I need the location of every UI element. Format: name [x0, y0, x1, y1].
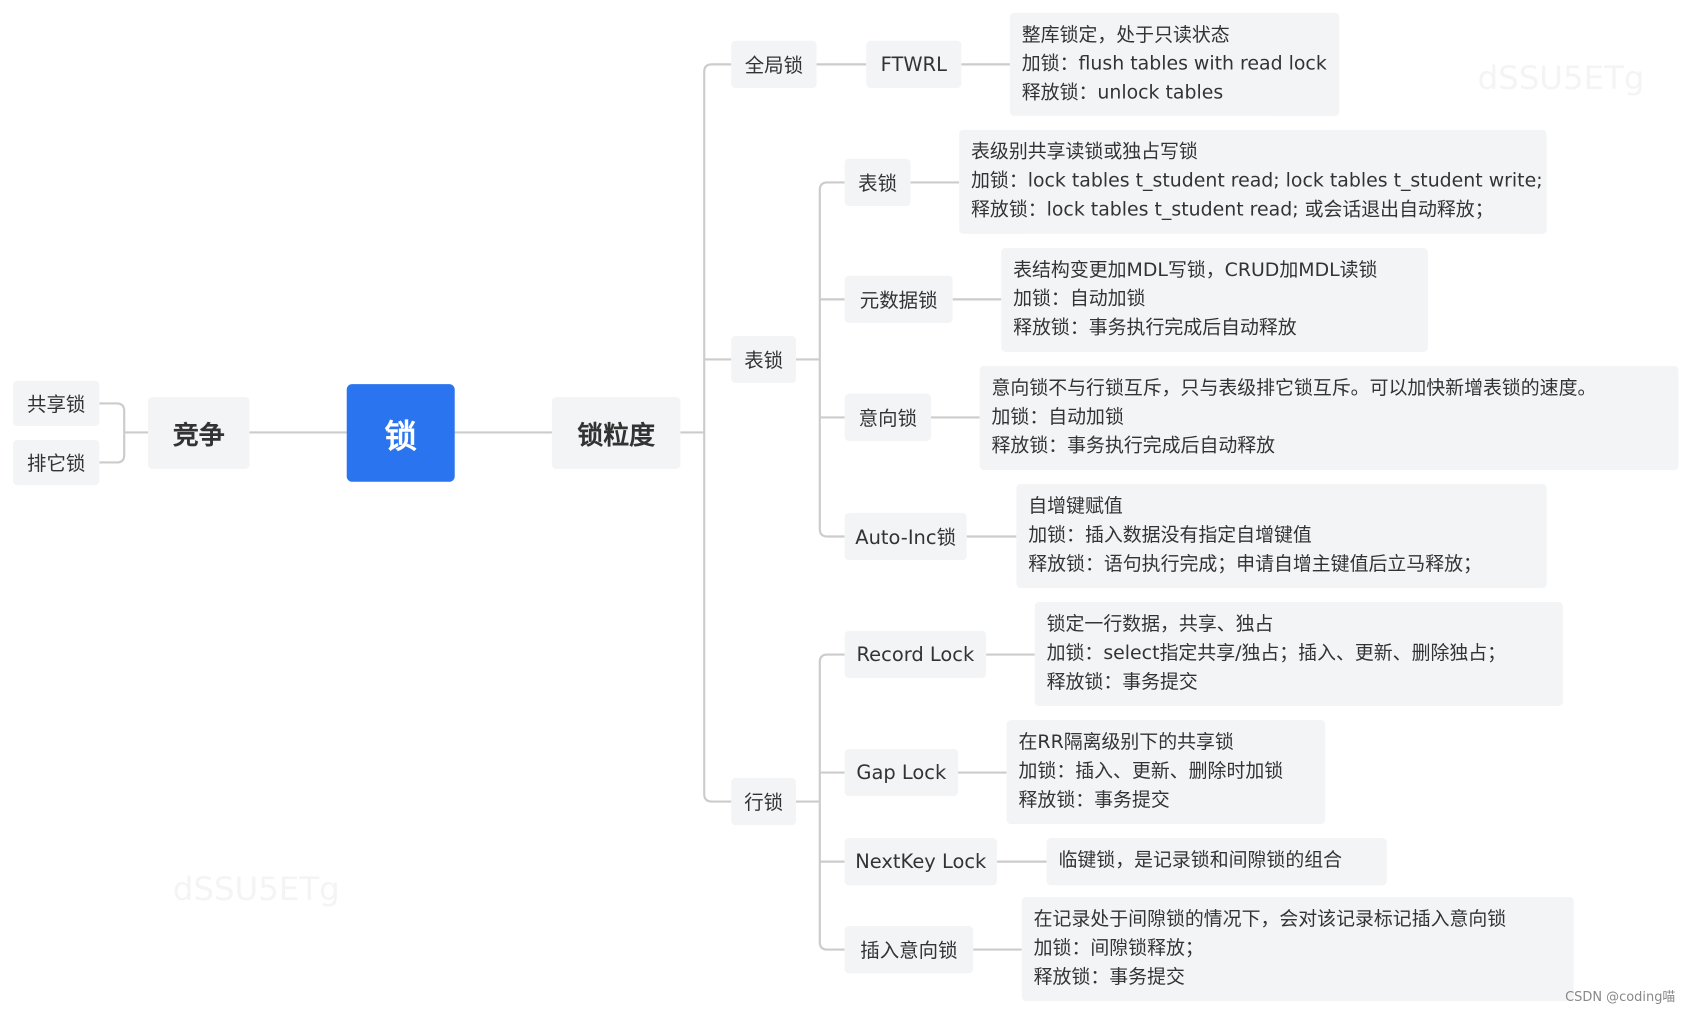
desc-line: 临键锁，是记录锁和间隙锁的组合: [1058, 849, 1343, 872]
desc-line: 加锁：插入数据没有指定自增键值: [1028, 524, 1312, 547]
desc-line: 加锁：间隙锁释放；: [1033, 937, 1204, 960]
desc-gap-lock: 在RR隔离级别下的共享锁 加锁：插入、更新、删除时加锁 释放锁：事务提交: [1006, 719, 1326, 825]
node-table-lock-group[interactable]: 表锁: [731, 335, 797, 384]
desc-line: 释放锁：事务执行完成后自动释放: [991, 435, 1276, 458]
node-global-lock[interactable]: 全局锁: [731, 40, 817, 88]
node-exclusive-lock[interactable]: 排它锁: [12, 439, 100, 485]
desc-line: 释放锁：事务提交: [1033, 966, 1185, 989]
node-ftwrl[interactable]: FTWRL: [866, 40, 962, 88]
node-intention-lock[interactable]: 意向锁: [844, 393, 932, 442]
node-row-lock-group[interactable]: 行锁: [731, 777, 797, 826]
desc-line: 加锁：自动加锁: [1013, 288, 1146, 311]
node-nextkey-lock[interactable]: NextKey Lock: [844, 838, 997, 886]
desc-line: 锁定一行数据，共享、独占: [1046, 613, 1274, 636]
desc-auto-inc-lock: 自增键赋值 加锁：插入数据没有指定自增键值 释放锁：语句执行完成；申请自增主键值…: [1016, 483, 1547, 589]
desc-record-lock: 锁定一行数据，共享、独占 加锁：select指定共享/独占；插入、更新、删除独占…: [1034, 601, 1563, 707]
desc-line: 释放锁：事务提交: [1018, 789, 1170, 812]
desc-line: 自增键赋值: [1028, 495, 1123, 518]
node-shared-lock[interactable]: 共享锁: [12, 380, 100, 426]
node-contention[interactable]: 竞争: [147, 397, 250, 469]
desc-line: 释放锁：lock tables t_student read; 或会话退出自动释…: [971, 199, 1494, 222]
desc-line: 意向锁不与行锁互斥，只与表级排它锁互斥。可以加快新增表锁的速度。: [991, 377, 1597, 400]
node-insert-intention-lock[interactable]: 插入意向锁: [844, 925, 974, 974]
desc-table-lock: 表级别共享读锁或独占写锁 加锁：lock tables t_student re…: [959, 129, 1547, 234]
node-granularity[interactable]: 锁粒度: [551, 397, 681, 469]
desc-line: 加锁：lock tables t_student read; lock tabl…: [971, 170, 1543, 193]
desc-line: 表结构变更加MDL写锁，CRUD加MDL读锁: [1013, 259, 1378, 282]
desc-line: 释放锁：语句执行完成；申请自增主键值后立马释放；: [1028, 553, 1482, 576]
desc-line: 释放锁：事务执行完成后自动释放: [1013, 317, 1297, 340]
node-gap-lock[interactable]: Gap Lock: [844, 748, 959, 797]
desc-line: 加锁：自动加锁: [991, 406, 1124, 429]
desc-line: 在RR隔离级别下的共享锁: [1018, 731, 1234, 754]
desc-line: 表级别共享读锁或独占写锁: [971, 141, 1198, 164]
desc-nextkey-lock: 临键锁，是记录锁和间隙锁的组合: [1046, 838, 1387, 886]
desc-line: 释放锁：事务提交: [1046, 671, 1198, 694]
desc-intention-lock: 意向锁不与行锁互斥，只与表级排它锁互斥。可以加快新增表锁的速度。 加锁：自动加锁…: [979, 365, 1679, 470]
node-table-lock[interactable]: 表锁: [844, 158, 911, 207]
desc-line: 加锁：flush tables with read lock: [1021, 53, 1327, 76]
desc-insert-intention-lock: 在记录处于间隙锁的情况下，会对该记录标记插入意向锁 加锁：间隙锁释放； 释放锁：…: [1021, 897, 1574, 1002]
node-metadata-lock[interactable]: 元数据锁: [844, 275, 953, 323]
watermark: dSSU5ETg: [172, 871, 340, 909]
node-auto-inc-lock[interactable]: Auto-Inc锁: [844, 512, 967, 561]
node-record-lock[interactable]: Record Lock: [844, 630, 987, 679]
desc-line: 释放锁：unlock tables: [1021, 82, 1224, 105]
mindmap: 共享锁 排它锁 竞争 锁 锁粒度 全局锁 FTWRL 整库锁定，处于只读状态 加…: [0, 0, 1685, 1014]
desc-line: 整库锁定，处于只读状态: [1021, 24, 1230, 47]
node-root-lock[interactable]: 锁: [346, 384, 455, 482]
credit-text: CSDN @coding喵: [1565, 989, 1676, 1005]
desc-line: 加锁：select指定共享/独占；插入、更新、删除独占；: [1046, 642, 1507, 665]
desc-line: 加锁：插入、更新、删除时加锁: [1018, 760, 1284, 783]
desc-line: 在记录处于间隙锁的情况下，会对该记录标记插入意向锁: [1033, 908, 1507, 931]
desc-ftwrl: 整库锁定，处于只读状态 加锁：flush tables with read lo…: [1009, 12, 1340, 116]
watermark: dSSU5ETg: [1477, 60, 1645, 98]
desc-metadata-lock: 表结构变更加MDL写锁，CRUD加MDL读锁 加锁：自动加锁 释放锁：事务执行完…: [1001, 247, 1428, 352]
